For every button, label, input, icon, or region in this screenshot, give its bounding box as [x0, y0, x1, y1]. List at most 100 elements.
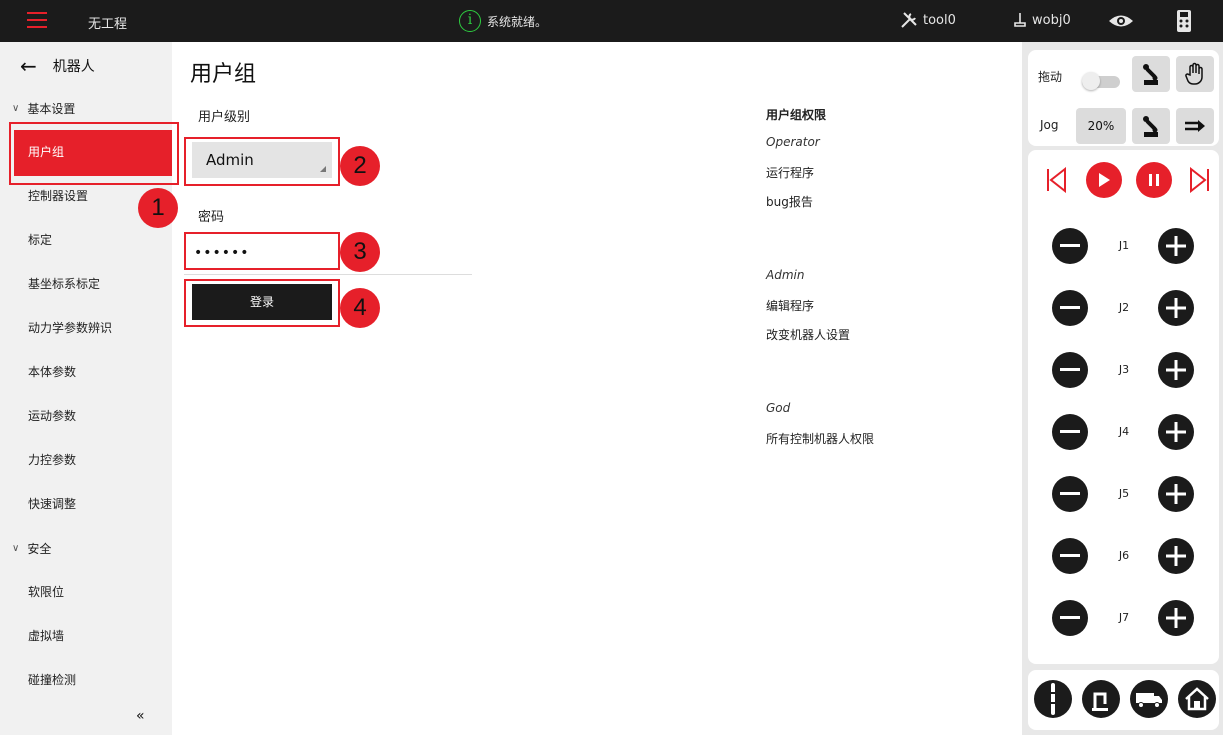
robot-arm-icon — [1143, 116, 1158, 137]
sidebar-item-body-params[interactable]: 本体参数 — [0, 350, 172, 394]
menu-icon[interactable] — [27, 12, 47, 30]
joint-label: J6 — [1118, 549, 1130, 562]
joint-label: J2 — [1118, 301, 1130, 314]
joint-label: J1 — [1118, 239, 1130, 252]
sidebar-item-quick-adjust[interactable]: 快速调整 — [0, 482, 172, 526]
joint-label: J5 — [1118, 487, 1130, 500]
speed-button[interactable]: 20% — [1076, 108, 1126, 144]
sidebar-item-soft-limits[interactable]: 软限位 — [0, 570, 172, 614]
drag-toggle[interactable] — [1082, 72, 1120, 90]
back-button[interactable]: ← 机器人 — [20, 54, 95, 78]
j7-plus-button[interactable] — [1158, 600, 1194, 636]
joint-label: J4 — [1118, 425, 1130, 438]
play-icon — [1099, 173, 1110, 187]
step-forward-button[interactable] — [1182, 162, 1218, 198]
tool-selector[interactable]: tool0 — [900, 11, 956, 29]
group-safety[interactable]: ∨ 安全 — [12, 540, 51, 557]
chevron-down-icon: ∨ — [12, 103, 20, 114]
right-panel: 拖动 Jog 20% J1 J2 J3 J4 J5 J6 J7 — [1022, 42, 1223, 735]
skip-back-icon — [1047, 167, 1066, 193]
plus-icon — [1166, 608, 1186, 628]
jog-row-j4: J4 — [1028, 414, 1219, 452]
j3-plus-button[interactable] — [1158, 352, 1194, 388]
pause-button[interactable] — [1136, 162, 1172, 198]
minus-icon — [1060, 616, 1080, 619]
j6-plus-button[interactable] — [1158, 538, 1194, 574]
j7-minus-button[interactable] — [1052, 600, 1088, 636]
sidebar-item-collision-detection[interactable]: 碰撞检测 — [0, 658, 172, 702]
top-bar: 无工程 i 系统就绪。 tool0 wobj0 — [0, 0, 1223, 42]
eye-icon[interactable] — [1108, 10, 1134, 36]
j1-minus-button[interactable] — [1052, 228, 1088, 264]
perm-group-operator: Operator — [766, 135, 820, 149]
group-basic-settings[interactable]: ∨ 基本设置 — [12, 100, 75, 117]
perm-item: 改变机器人设置 — [766, 328, 851, 342]
j2-plus-button[interactable] — [1158, 290, 1194, 326]
jog-row-j3: J3 — [1028, 352, 1219, 390]
perm-group-god: God — [766, 401, 791, 415]
tool-label: tool0 — [923, 12, 956, 28]
page-title: 用户组 — [190, 62, 257, 87]
robot-arm-button[interactable] — [1132, 56, 1170, 92]
annotation-number-2: 2 — [340, 146, 380, 186]
info-icon: i — [459, 10, 481, 32]
jog-row-j6: J6 — [1028, 538, 1219, 576]
field-divider — [184, 274, 472, 275]
teach-pendant-icon[interactable] — [1176, 9, 1192, 37]
jog-row-j5: J5 — [1028, 476, 1219, 514]
plus-icon — [1166, 360, 1186, 380]
annotation-box-3 — [184, 232, 340, 270]
perm-item: 编辑程序 — [766, 299, 815, 313]
j1-plus-button[interactable] — [1158, 228, 1194, 264]
minus-icon — [1060, 430, 1080, 433]
jog-direction-button[interactable] — [1176, 108, 1214, 144]
annotation-number-3: 3 — [340, 232, 380, 272]
workobject-icon — [1014, 13, 1026, 27]
j5-minus-button[interactable] — [1052, 476, 1088, 512]
j2-minus-button[interactable] — [1052, 290, 1088, 326]
perm-item: bug报告 — [766, 195, 813, 209]
status-text: 系统就绪。 — [487, 14, 548, 29]
mode-card: 拖动 Jog 20% — [1028, 50, 1219, 146]
sidebar-item-virtual-wall[interactable]: 虚拟墙 — [0, 614, 172, 658]
pose-bent-button[interactable] — [1082, 680, 1120, 718]
skip-forward-icon — [1190, 167, 1209, 193]
jog-card: J1 J2 J3 J4 J5 J6 J7 — [1028, 150, 1219, 664]
j4-minus-button[interactable] — [1052, 414, 1088, 450]
jog-label: Jog — [1040, 118, 1059, 132]
drag-label: 拖动 — [1038, 70, 1063, 84]
j6-minus-button[interactable] — [1052, 538, 1088, 574]
j5-plus-button[interactable] — [1158, 476, 1194, 512]
collapse-sidebar-button[interactable]: « — [136, 708, 145, 724]
back-label: 机器人 — [52, 59, 95, 75]
plus-icon — [1166, 546, 1186, 566]
play-button[interactable] — [1086, 162, 1122, 198]
chevron-down-icon: ∨ — [12, 543, 20, 554]
back-arrow-icon: ← — [20, 54, 37, 78]
joint-label: J3 — [1118, 363, 1130, 376]
wrench-icon — [901, 12, 917, 28]
truck-icon — [1136, 693, 1162, 708]
toggle-knob — [1082, 72, 1100, 90]
step-back-button[interactable] — [1038, 162, 1074, 198]
sidebar-item-motion-params[interactable]: 运动参数 — [0, 394, 172, 438]
group-safety-label: 安全 — [27, 542, 52, 556]
j4-plus-button[interactable] — [1158, 414, 1194, 450]
sidebar-item-force-params[interactable]: 力控参数 — [0, 438, 172, 482]
annotation-box-4 — [184, 279, 340, 327]
sidebar-item-base-frame-calibration[interactable]: 基坐标系标定 — [0, 262, 172, 306]
home-pose-button[interactable] — [1178, 680, 1216, 718]
annotation-number-4: 4 — [340, 288, 380, 328]
sidebar-item-dynamics-identification[interactable]: 动力学参数辨识 — [0, 306, 172, 350]
hand-guide-button[interactable] — [1176, 56, 1214, 92]
minus-icon — [1060, 244, 1080, 247]
pose-straight-button[interactable] — [1034, 680, 1072, 718]
robot-arm-icon — [1143, 64, 1158, 85]
j3-minus-button[interactable] — [1052, 352, 1088, 388]
jog-robot-button[interactable] — [1132, 108, 1170, 144]
pose-card — [1028, 670, 1219, 730]
pause-icon — [1149, 174, 1159, 186]
wobj-selector[interactable]: wobj0 — [1012, 11, 1071, 29]
transport-pose-button[interactable] — [1130, 680, 1168, 718]
jog-row-j7: J7 — [1028, 600, 1219, 638]
